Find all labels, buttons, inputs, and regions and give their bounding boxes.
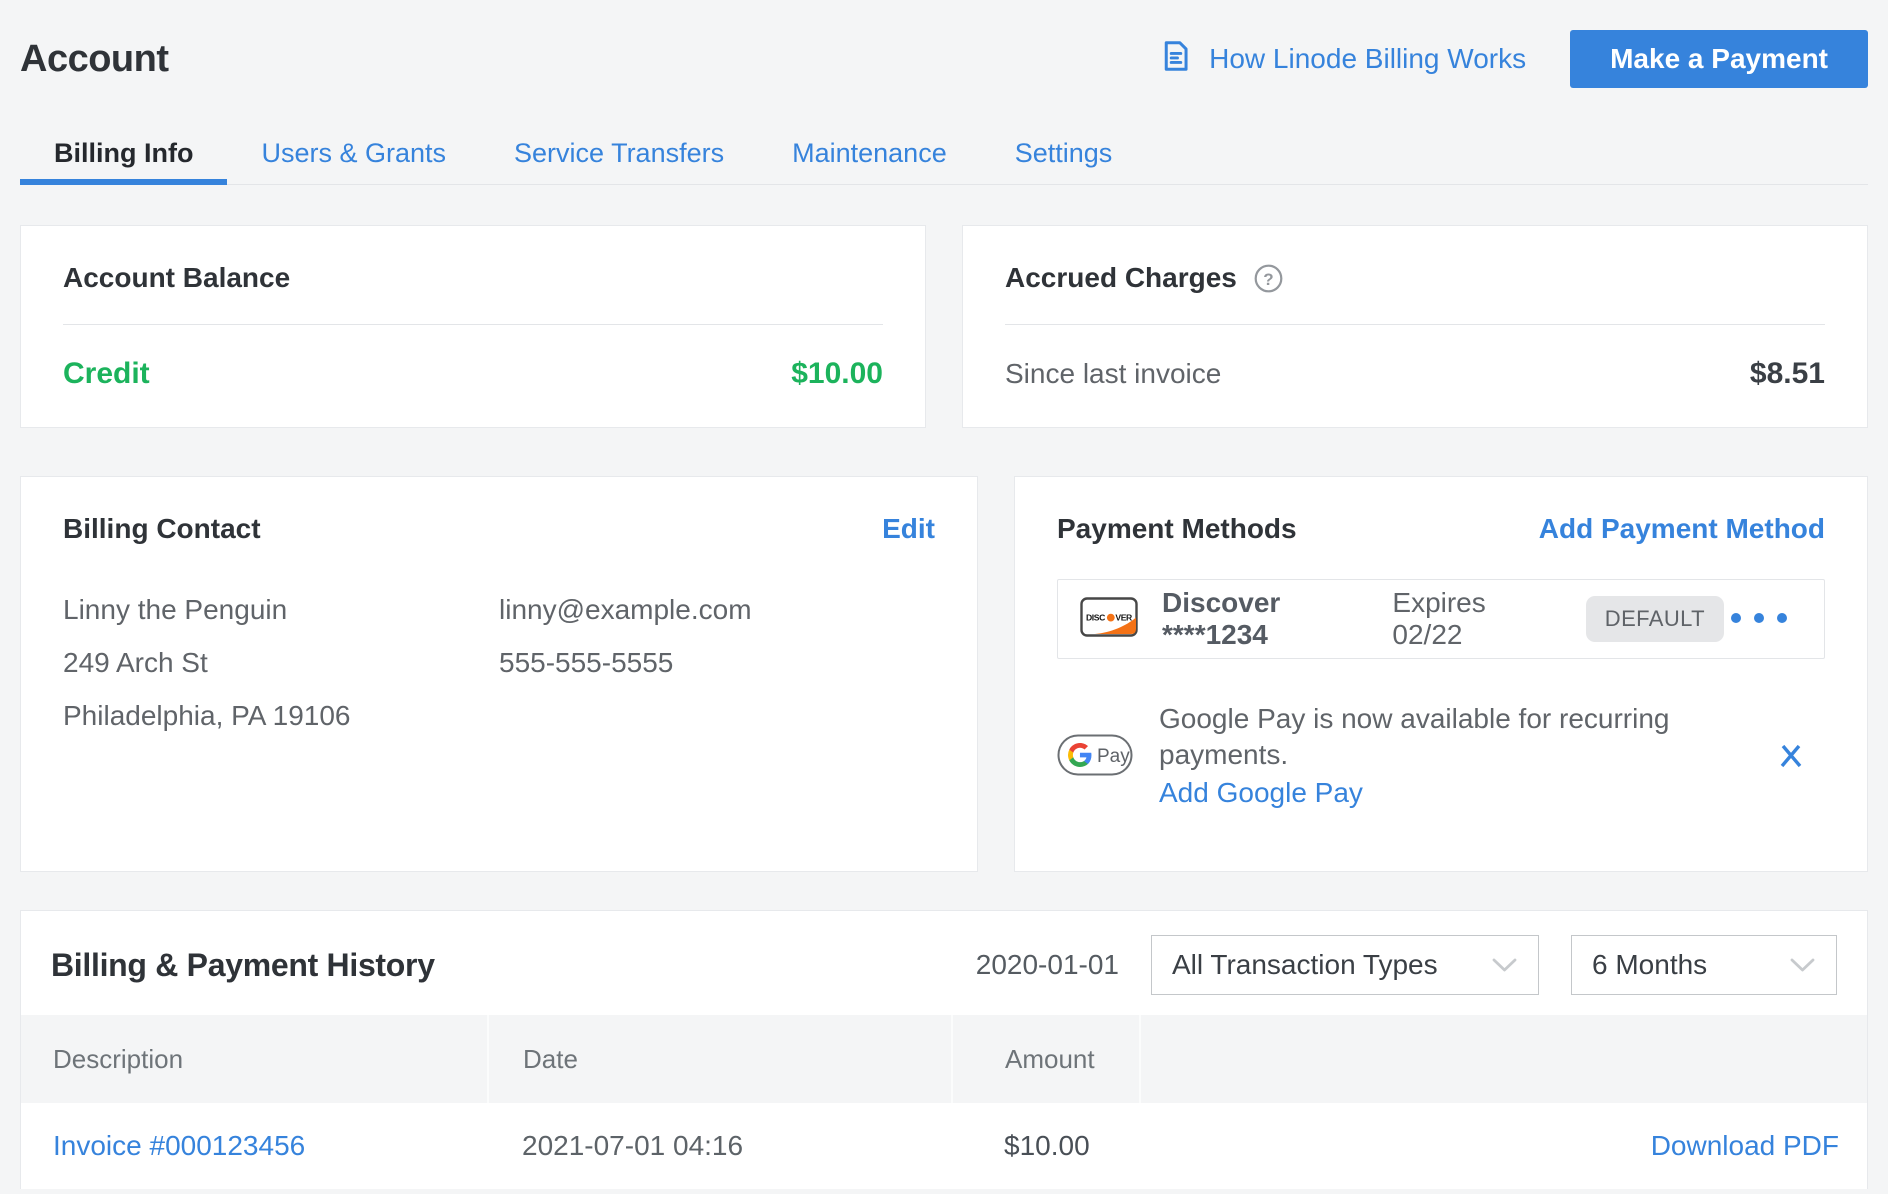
tab-users-grants[interactable]: Users & Grants (227, 122, 480, 184)
history-filters: 2020-01-01 All Transaction Types 6 Month… (976, 935, 1837, 995)
payment-method-row: DISC VER Discover ****1234 Expires 02/22… (1057, 579, 1825, 659)
svg-text:DISC: DISC (1086, 612, 1105, 622)
column-header-description: Description (21, 1015, 488, 1103)
divider (63, 324, 883, 325)
credit-amount: $10.00 (791, 357, 883, 391)
table-header-row: Description Date Amount (21, 1015, 1867, 1103)
billing-history-panel: Billing & Payment History 2020-01-01 All… (20, 910, 1868, 1189)
how-billing-works-link[interactable]: How Linode Billing Works (1158, 38, 1526, 81)
default-badge: DEFAULT (1586, 596, 1724, 642)
help-icon[interactable]: ? (1253, 263, 1284, 294)
google-pay-message: Google Pay is now available for recurrin… (1159, 701, 1771, 773)
discover-card-icon: DISC VER (1080, 597, 1138, 642)
billing-page: Account How Linode Billing Works Make a … (0, 0, 1888, 1189)
how-billing-works-label: How Linode Billing Works (1209, 43, 1526, 75)
contact-phone: 555-555-5555 (499, 646, 935, 679)
google-pay-banner: Pay Google Pay is now available for recu… (1057, 701, 1825, 813)
chevron-down-icon (1789, 957, 1816, 974)
since-last-invoice-label: Since last invoice (1005, 358, 1221, 390)
payment-methods-card: Payment Methods Add Payment Method DISC … (1014, 476, 1868, 872)
credit-label: Credit (63, 357, 150, 391)
time-range-value: 6 Months (1592, 949, 1707, 981)
page-title: Account (20, 38, 169, 81)
add-google-pay-link[interactable]: Add Google Pay (1159, 773, 1363, 813)
invoice-date: 2021-07-01 04:16 (488, 1103, 952, 1189)
accrued-amount: $8.51 (1750, 357, 1825, 391)
tab-settings[interactable]: Settings (981, 122, 1147, 184)
tab-service-transfers[interactable]: Service Transfers (480, 122, 758, 184)
billing-history-title: Billing & Payment History (51, 947, 435, 984)
date-filter-value: 2020-01-01 (976, 949, 1119, 981)
edit-billing-contact-link[interactable]: Edit (882, 513, 935, 545)
payment-method-menu-button[interactable] (1724, 606, 1794, 633)
table-row: Invoice #000123456 2021-07-01 04:16 $10.… (21, 1103, 1867, 1189)
svg-text:?: ? (1263, 270, 1273, 289)
billing-contact-title: Billing Contact (63, 513, 261, 545)
header-actions: How Linode Billing Works Make a Payment (1158, 30, 1868, 88)
invoice-amount: $10.00 (952, 1103, 1140, 1189)
contact-name: Linny the Penguin (63, 593, 499, 626)
ellipsis-icon (1730, 612, 1788, 627)
column-header-amount: Amount (952, 1015, 1140, 1103)
divider (1005, 324, 1825, 325)
make-payment-button[interactable]: Make a Payment (1570, 30, 1868, 88)
card-label: Discover ****1234 (1162, 587, 1364, 651)
tab-maintenance[interactable]: Maintenance (758, 122, 981, 184)
account-balance-card: Account Balance Credit $10.00 (20, 225, 926, 428)
payment-methods-title: Payment Methods (1057, 513, 1297, 545)
invoice-link[interactable]: Invoice #000123456 (53, 1130, 305, 1161)
column-header-actions (1140, 1015, 1867, 1103)
contact-address-column: Linny the Penguin 249 Arch St Philadelph… (63, 593, 499, 752)
billing-history-table: Description Date Amount Invoice #0001234… (21, 1015, 1867, 1189)
page-header: Account How Linode Billing Works Make a … (20, 0, 1868, 90)
google-pay-icon: Pay (1057, 734, 1133, 781)
detail-cards: Billing Contact Edit Linny the Penguin 2… (20, 476, 1868, 872)
dismiss-google-pay-button[interactable] (1771, 736, 1811, 779)
account-balance-title: Account Balance (63, 262, 290, 294)
svg-text:Pay: Pay (1097, 746, 1130, 767)
accrued-charges-card: Accrued Charges ? Since last invoice $8.… (962, 225, 1868, 428)
column-header-date: Date (488, 1015, 952, 1103)
summary-cards: Account Balance Credit $10.00 Accrued Ch… (20, 225, 1868, 428)
contact-comm-column: linny@example.com 555-555-5555 (499, 593, 935, 752)
transaction-type-select[interactable]: All Transaction Types (1151, 935, 1539, 995)
chevron-down-icon (1491, 957, 1518, 974)
billing-contact-card: Billing Contact Edit Linny the Penguin 2… (20, 476, 978, 872)
add-payment-method-link[interactable]: Add Payment Method (1539, 513, 1825, 545)
account-tabs: Billing Info Users & Grants Service Tran… (20, 122, 1868, 185)
accrued-charges-title: Accrued Charges (1005, 262, 1237, 294)
svg-text:VER: VER (1115, 612, 1133, 622)
transaction-type-value: All Transaction Types (1172, 949, 1438, 981)
time-range-select[interactable]: 6 Months (1571, 935, 1837, 995)
close-icon (1775, 740, 1807, 775)
tab-billing-info[interactable]: Billing Info (20, 122, 227, 184)
download-pdf-link[interactable]: Download PDF (1651, 1130, 1839, 1161)
contact-city: Philadelphia, PA 19106 (63, 699, 499, 732)
contact-street: 249 Arch St (63, 646, 499, 679)
contact-email: linny@example.com (499, 593, 935, 626)
card-expiry: Expires 02/22 (1392, 587, 1541, 651)
document-icon (1158, 38, 1194, 81)
